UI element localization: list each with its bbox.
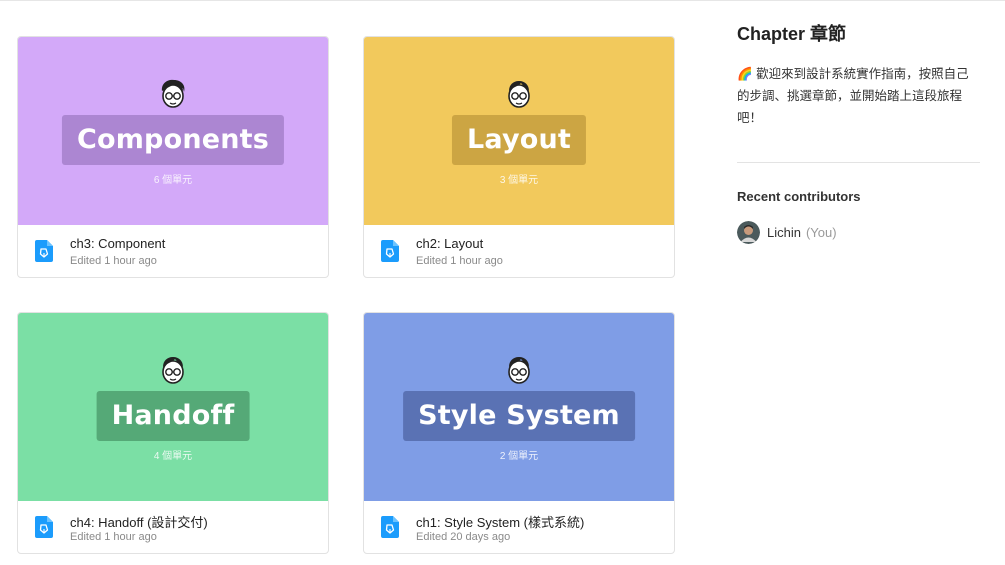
- file-edited-time: Edited 1 hour ago: [70, 255, 157, 267]
- contributor-you-tag: (You): [805, 225, 837, 240]
- file-name: ch1: Style System (樣式系統): [416, 515, 585, 530]
- sidebar-title: Chapter 章節: [737, 24, 847, 44]
- figma-file-icon: [381, 516, 399, 538]
- file-card-handoff[interactable]: Handoff 4 個單元 ch4: Handoff (設計交付) Edited…: [17, 312, 329, 554]
- contributor-name: Lichin: [767, 225, 801, 240]
- file-card-components[interactable]: Components 6 個單元 ch3: Component Edited 1…: [17, 36, 329, 278]
- card-thumbnail: Handoff 4 個單元: [18, 313, 328, 501]
- recent-contributors-heading: Recent contributors: [737, 189, 861, 204]
- card-units-count: 6 個單元: [153, 175, 193, 186]
- top-border: [0, 0, 1005, 1]
- sidebar-description: 🌈 歡迎來到設計系統實作指南，按照自己的步調、挑選章節，並開始踏上這段旅程吧！: [737, 63, 980, 129]
- description-text: 歡迎來到設計系統實作指南，按照自己的步調、挑選章節，並開始踏上這段旅程吧！: [737, 67, 969, 125]
- card-title-label: Style System: [403, 391, 635, 441]
- card-meta: ch3: Component Edited 1 hour ago: [18, 225, 328, 277]
- user-avatar-icon: [737, 221, 760, 244]
- card-title-label: Handoff: [96, 391, 250, 441]
- file-name: ch3: Component: [70, 236, 166, 251]
- card-meta: ch1: Style System (樣式系統) Edited 20 days …: [364, 501, 674, 553]
- card-units-count: 4 個單元: [153, 451, 193, 462]
- card-title-label: Layout: [451, 115, 587, 165]
- cartoon-face-icon: [162, 357, 184, 384]
- file-name: ch2: Layout: [416, 236, 484, 251]
- cartoon-face-icon: [508, 81, 530, 108]
- figma-file-icon: [35, 240, 53, 262]
- file-card-style-system[interactable]: Style System 2 個單元 ch1: Style System (樣式…: [363, 312, 675, 554]
- card-meta: ch4: Handoff (設計交付) Edited 1 hour ago: [18, 501, 328, 553]
- card-thumbnail: Style System 2 個單元: [364, 313, 674, 501]
- project-sidebar: Chapter 章節 🌈 歡迎來到設計系統實作指南，按照自己的步調、挑選章節，並…: [737, 20, 980, 244]
- rainbow-emoji-icon: 🌈: [737, 67, 753, 81]
- file-edited-time: Edited 1 hour ago: [416, 255, 503, 267]
- file-edited-time: Edited 20 days ago: [416, 531, 511, 543]
- figma-file-icon: [35, 516, 53, 538]
- file-name: ch4: Handoff (設計交付): [70, 515, 208, 530]
- card-title-label: Components: [61, 115, 285, 165]
- cartoon-face-icon: [508, 357, 530, 384]
- card-meta: ch2: Layout Edited 1 hour ago: [364, 225, 674, 277]
- cartoon-face-icon: [161, 79, 185, 108]
- card-units-count: 2 個單元: [499, 451, 539, 462]
- card-thumbnail: Layout 3 個單元: [364, 37, 674, 225]
- file-card-layout[interactable]: Layout 3 個單元 ch2: Layout Edited 1 hour a…: [363, 36, 675, 278]
- figma-file-icon: [381, 240, 399, 262]
- contributor-item[interactable]: Lichin (You): [737, 221, 980, 244]
- sidebar-divider: [737, 162, 980, 163]
- file-edited-time: Edited 1 hour ago: [70, 531, 157, 543]
- card-thumbnail: Components 6 個單元: [18, 37, 328, 225]
- card-units-count: 3 個單元: [499, 175, 539, 186]
